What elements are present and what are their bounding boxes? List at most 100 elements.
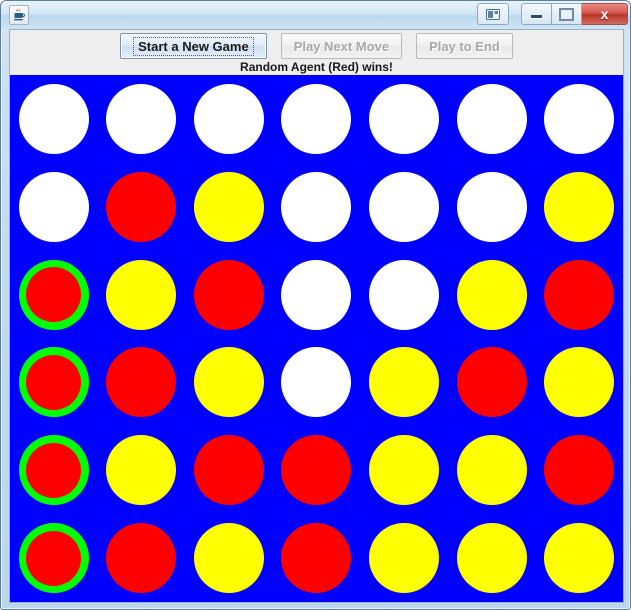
board-cell-r2-c7[interactable] [535, 163, 623, 251]
board-cell-r5-c4[interactable] [273, 426, 361, 514]
disc-red [544, 435, 615, 506]
restore-layout-icon[interactable] [477, 3, 509, 25]
disc-red-winning [18, 347, 89, 418]
disc-empty [281, 171, 352, 242]
close-icon: x [600, 6, 609, 22]
board-cell-r2-c1[interactable] [10, 163, 98, 251]
disc-yellow [456, 435, 527, 506]
board-cell-r4-c2[interactable] [98, 339, 186, 427]
board-cell-r5-c2[interactable] [98, 426, 186, 514]
board-cell-r6-c4[interactable] [273, 514, 361, 602]
disc-empty [106, 83, 177, 154]
disc-red-winning [18, 259, 89, 330]
board-cell-r6-c5[interactable] [360, 514, 448, 602]
board-cell-r3-c1[interactable] [10, 251, 98, 339]
play-next-move-label: Play Next Move [293, 38, 390, 54]
disc-empty [369, 83, 440, 154]
disc-empty [369, 259, 440, 330]
disc-empty [281, 83, 352, 154]
window-controls: x [477, 3, 628, 25]
board-cell-r4-c3[interactable] [185, 339, 273, 427]
board-cell-r4-c1[interactable] [10, 339, 98, 427]
board-cell-r6-c7[interactable] [535, 514, 623, 602]
board-cell-r2-c6[interactable] [448, 163, 536, 251]
client-area: Start a New Game Play Next Move Play to … [9, 29, 624, 603]
disc-empty [193, 83, 264, 154]
board-cell-r5-c1[interactable] [10, 426, 98, 514]
disc-empty [18, 171, 89, 242]
connect-four-board[interactable] [10, 75, 623, 602]
disc-empty [544, 83, 615, 154]
disc-yellow [544, 171, 615, 242]
disc-yellow [544, 523, 615, 594]
disc-inner-red [26, 354, 82, 410]
board-cell-r6-c2[interactable] [98, 514, 186, 602]
board-cell-r2-c4[interactable] [273, 163, 361, 251]
disc-red-winning [18, 435, 89, 506]
board-cell-r3-c2[interactable] [98, 251, 186, 339]
disc-yellow [456, 259, 527, 330]
board-cell-r6-c6[interactable] [448, 514, 536, 602]
disc-empty [456, 83, 527, 154]
board-cell-r1-c1[interactable] [10, 75, 98, 163]
board-cell-r3-c6[interactable] [448, 251, 536, 339]
maximize-button[interactable] [552, 3, 582, 25]
disc-empty [281, 259, 352, 330]
board-cell-r4-c4[interactable] [273, 339, 361, 427]
start-new-game-button[interactable]: Start a New Game [120, 33, 267, 59]
disc-yellow [106, 435, 177, 506]
control-button-row: Start a New Game Play Next Move Play to … [10, 33, 623, 60]
board-cell-r1-c4[interactable] [273, 75, 361, 163]
status-message: Random Agent (Red) wins! [240, 60, 393, 74]
disc-yellow [544, 347, 615, 418]
board-cell-r2-c2[interactable] [98, 163, 186, 251]
disc-empty [456, 171, 527, 242]
disc-empty [281, 347, 352, 418]
play-to-end-button[interactable]: Play to End [416, 33, 513, 59]
board-cell-r5-c3[interactable] [185, 426, 273, 514]
board-cell-r5-c6[interactable] [448, 426, 536, 514]
disc-yellow [193, 523, 264, 594]
disc-red [106, 171, 177, 242]
board-cell-r4-c5[interactable] [360, 339, 448, 427]
toolbar-panel: Start a New Game Play Next Move Play to … [10, 30, 623, 75]
disc-red [281, 523, 352, 594]
disc-yellow [193, 347, 264, 418]
board-cell-r2-c3[interactable] [185, 163, 273, 251]
java-coffee-cup-icon[interactable] [9, 5, 29, 25]
board-cell-r5-c5[interactable] [360, 426, 448, 514]
board-cell-r1-c5[interactable] [360, 75, 448, 163]
board-cell-r6-c1[interactable] [10, 514, 98, 602]
board-cell-r5-c7[interactable] [535, 426, 623, 514]
disc-red [193, 259, 264, 330]
board-cell-r1-c6[interactable] [448, 75, 536, 163]
disc-inner-red [26, 530, 82, 586]
board-cell-r3-c4[interactable] [273, 251, 361, 339]
board-cell-r4-c6[interactable] [448, 339, 536, 427]
disc-empty [18, 83, 89, 154]
title-bar[interactable]: x [1, 1, 630, 29]
play-next-move-button[interactable]: Play Next Move [280, 33, 403, 59]
board-cell-r1-c2[interactable] [98, 75, 186, 163]
minimize-button[interactable] [521, 3, 552, 25]
disc-red [544, 259, 615, 330]
window-title [35, 16, 465, 29]
board-cell-r3-c5[interactable] [360, 251, 448, 339]
disc-empty [369, 171, 440, 242]
maximize-icon [559, 7, 574, 21]
board-cell-r2-c5[interactable] [360, 163, 448, 251]
disc-yellow [106, 259, 177, 330]
close-button[interactable]: x [582, 3, 628, 25]
disc-inner-red [26, 442, 82, 498]
disc-yellow [369, 435, 440, 506]
board-cell-r3-c3[interactable] [185, 251, 273, 339]
board-cell-r3-c7[interactable] [535, 251, 623, 339]
board-cell-r1-c7[interactable] [535, 75, 623, 163]
application-window: x Start a New Game Play Next Move Play t… [0, 0, 631, 610]
play-to-end-label: Play to End [429, 38, 500, 54]
disc-yellow [369, 523, 440, 594]
board-cell-r1-c3[interactable] [185, 75, 273, 163]
board-cell-r6-c3[interactable] [185, 514, 273, 602]
minimize-icon [531, 15, 542, 18]
board-cell-r4-c7[interactable] [535, 339, 623, 427]
